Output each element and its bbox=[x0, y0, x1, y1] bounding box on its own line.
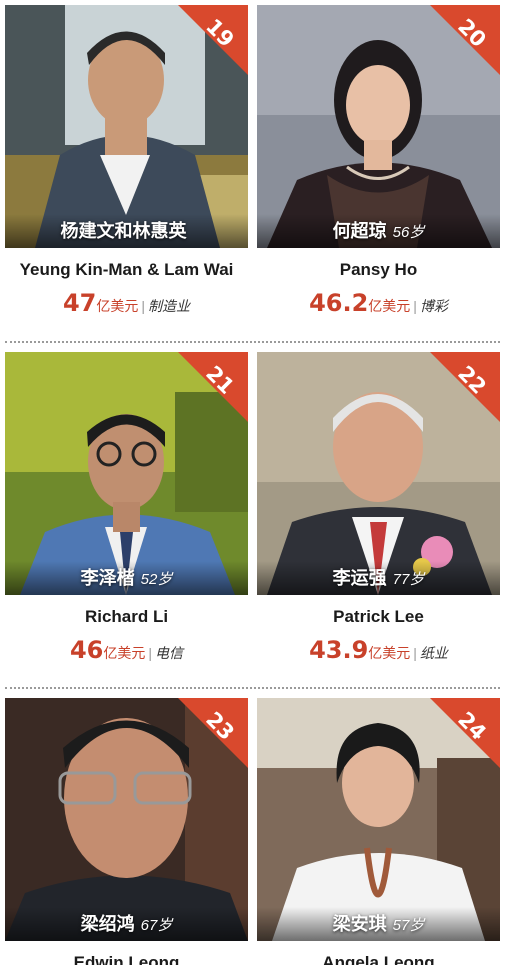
net-worth: 46.2亿美元 | 博彩 bbox=[257, 289, 500, 317]
worth-value: 43.9 bbox=[309, 636, 369, 664]
english-name: Richard Li bbox=[84, 607, 169, 626]
age-label: 77岁 bbox=[392, 571, 425, 588]
worth-unit: 亿美元 bbox=[103, 645, 146, 661]
industry-label: 博彩 bbox=[419, 298, 448, 314]
industry-label: 制造业 bbox=[148, 298, 191, 314]
portrait-photo: 20 何超琼 56岁 bbox=[257, 5, 500, 248]
rank-badge: 23 bbox=[178, 698, 248, 768]
worth-unit: 亿美元 bbox=[368, 645, 411, 661]
english-name: Edwin Leong bbox=[73, 953, 180, 965]
photo-caption: 李运强 77岁 bbox=[257, 561, 500, 595]
age-label: 52岁 bbox=[140, 571, 173, 588]
row-divider bbox=[5, 687, 500, 689]
worth-unit: 亿美元 bbox=[368, 298, 411, 314]
age-label: 57岁 bbox=[392, 917, 425, 934]
worth-value: 47 bbox=[62, 289, 97, 317]
photo-caption: 梁绍鸿 67岁 bbox=[5, 907, 248, 941]
net-worth: 47亿美元 | 制造业 bbox=[5, 289, 248, 317]
chinese-name: 李泽楷 bbox=[80, 568, 135, 588]
worth-value: 46 bbox=[69, 636, 104, 664]
chinese-name: 梁安琪 bbox=[332, 914, 387, 934]
english-name: Yeung Kin-Man & Lam Wai bbox=[19, 260, 234, 279]
photo-caption: 李泽楷 52岁 bbox=[5, 561, 248, 595]
rank-badge: 21 bbox=[178, 352, 248, 422]
chinese-name: 何超琼 bbox=[332, 221, 387, 241]
chinese-name: 李运强 bbox=[332, 568, 387, 588]
age-label: 67岁 bbox=[140, 917, 173, 934]
net-worth: 43.9亿美元 | 纸业 bbox=[257, 636, 500, 664]
chinese-name: 梁绍鸿 bbox=[80, 914, 135, 934]
english-name: Pansy Ho bbox=[339, 260, 418, 279]
portrait-photo: 21 李泽楷 52岁 bbox=[5, 352, 248, 595]
portrait-photo: 24 梁安琪 57岁 bbox=[257, 698, 500, 941]
age-label: 56岁 bbox=[392, 224, 425, 241]
industry-label: 电信 bbox=[155, 645, 184, 661]
rank-badge: 24 bbox=[430, 698, 500, 768]
industry-label: 纸业 bbox=[419, 645, 448, 661]
english-name: Patrick Lee bbox=[333, 607, 424, 626]
separator: | bbox=[141, 298, 146, 314]
separator: | bbox=[413, 298, 417, 314]
separator: | bbox=[413, 645, 417, 661]
rank-badge: 19 bbox=[178, 5, 248, 75]
separator: | bbox=[148, 645, 153, 661]
worth-value: 46.2 bbox=[309, 289, 369, 317]
portrait-photo: 22 李运强 77岁 bbox=[257, 352, 500, 595]
row-divider bbox=[5, 341, 500, 343]
portrait-photo: 23 梁绍鸿 67岁 bbox=[5, 698, 248, 941]
rank-badge: 22 bbox=[430, 352, 500, 422]
worth-unit: 亿美元 bbox=[96, 298, 139, 314]
photo-caption: 梁安琪 57岁 bbox=[257, 907, 500, 941]
english-name: Angela Leong bbox=[322, 953, 435, 965]
portrait-photo: 19 杨建文和林惠英 bbox=[5, 5, 248, 248]
chinese-name: 杨建文和林惠英 bbox=[60, 221, 187, 241]
photo-caption: 杨建文和林惠英 bbox=[5, 214, 248, 248]
rank-badge: 20 bbox=[430, 5, 500, 75]
photo-caption: 何超琼 56岁 bbox=[257, 214, 500, 248]
net-worth: 46亿美元 | 电信 bbox=[5, 636, 248, 664]
